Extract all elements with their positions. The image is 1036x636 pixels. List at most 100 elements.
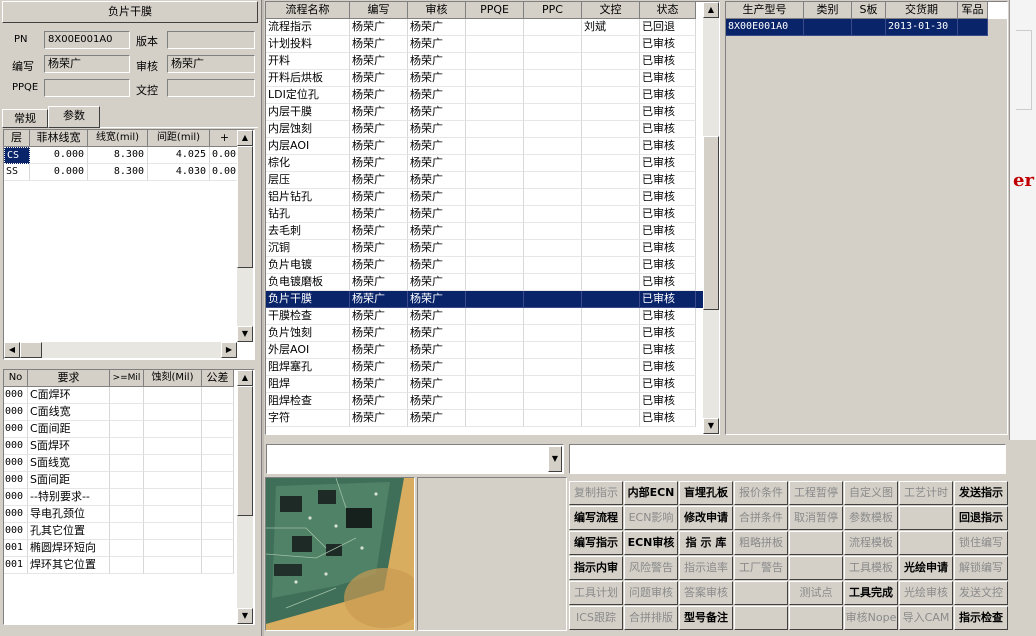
- action-button[interactable]: [899, 531, 953, 555]
- table-row[interactable]: 铝片钻孔 杨荣广 杨荣广 已审核: [266, 189, 719, 206]
- table-row[interactable]: 8X00E001A0 2013-01-30: [726, 19, 988, 36]
- flow-cell-status[interactable]: 已审核: [640, 410, 696, 427]
- flow-cell-ppc[interactable]: [524, 393, 582, 410]
- audit-field[interactable]: 杨荣广: [167, 55, 255, 73]
- flow-cell-doc[interactable]: 刘斌: [582, 19, 640, 36]
- table-row[interactable]: 000 S面间距: [4, 472, 254, 489]
- req-cell-etch[interactable]: [144, 540, 202, 557]
- flow-cell-name[interactable]: 干膜检查: [266, 308, 350, 325]
- action-button[interactable]: 锁住编写: [954, 531, 1008, 555]
- flow-cell-status[interactable]: 已审核: [640, 393, 696, 410]
- action-button[interactable]: 指示内审: [569, 556, 623, 580]
- flow-cell-ppqe[interactable]: [466, 376, 524, 393]
- req-cell-text[interactable]: C面线宽: [28, 404, 110, 421]
- flow-cell-ppqe[interactable]: [466, 359, 524, 376]
- flow-cell-doc[interactable]: [582, 104, 640, 121]
- flow-cell-name[interactable]: 外层AOI: [266, 342, 350, 359]
- flow-cell-audit[interactable]: 杨荣广: [408, 240, 466, 257]
- table-row[interactable]: 钻孔 杨荣广 杨荣广 已审核: [266, 206, 719, 223]
- flow-cell-writer[interactable]: 杨荣广: [350, 19, 408, 36]
- action-button[interactable]: 答案审核: [679, 581, 733, 605]
- flow-cell-status[interactable]: 已审核: [640, 189, 696, 206]
- flow-cell-ppc[interactable]: [524, 36, 582, 53]
- flow-cell-writer[interactable]: 杨荣广: [350, 53, 408, 70]
- flow-cell-name[interactable]: 字符: [266, 410, 350, 427]
- table-row[interactable]: 001 焊环其它位置: [4, 557, 254, 574]
- action-button[interactable]: [734, 606, 788, 630]
- flow-cell-doc[interactable]: [582, 138, 640, 155]
- table-row[interactable]: 去毛刺 杨荣广 杨荣广 已审核: [266, 223, 719, 240]
- flow-cell-ppc[interactable]: [524, 87, 582, 104]
- req-cell-min[interactable]: [110, 557, 144, 574]
- table-row[interactable]: 内层蚀刻 杨荣广 杨荣广 已审核: [266, 121, 719, 138]
- action-button[interactable]: 指示检查: [954, 606, 1008, 630]
- req-cell-min[interactable]: [110, 421, 144, 438]
- flow-cell-doc[interactable]: [582, 87, 640, 104]
- flow-cell-writer[interactable]: 杨荣广: [350, 410, 408, 427]
- flow-cell-status[interactable]: 已审核: [640, 325, 696, 342]
- table-row[interactable]: 000 C面线宽: [4, 404, 254, 421]
- flow-cell-doc[interactable]: [582, 189, 640, 206]
- flow-cell-audit[interactable]: 杨荣广: [408, 155, 466, 172]
- action-button[interactable]: 工厂警告: [734, 556, 788, 580]
- scroll-down-arrow-icon[interactable]: ▼: [237, 326, 253, 342]
- flow-cell-name[interactable]: 负片蚀刻: [266, 325, 350, 342]
- req-cell-min[interactable]: [110, 472, 144, 489]
- flow-cell-status[interactable]: 已回退: [640, 19, 696, 36]
- scroll-up-arrow-icon[interactable]: ▲: [703, 2, 719, 18]
- action-button[interactable]: 测试点: [789, 581, 843, 605]
- flow-col-writer[interactable]: 编写: [350, 2, 408, 19]
- flow-cell-name[interactable]: 内层AOI: [266, 138, 350, 155]
- req-col-min[interactable]: >=Mil: [110, 370, 144, 387]
- flow-cell-name[interactable]: 负电镀磨板: [266, 274, 350, 291]
- flow-cell-writer[interactable]: 杨荣广: [350, 325, 408, 342]
- req-cell-no[interactable]: 000: [4, 489, 28, 506]
- req-cell-tol[interactable]: [202, 438, 234, 455]
- flow-cell-doc[interactable]: [582, 393, 640, 410]
- order-cell-model[interactable]: 8X00E001A0: [726, 19, 804, 36]
- flow-cell-status[interactable]: 已审核: [640, 104, 696, 121]
- flow-cell-audit[interactable]: 杨荣广: [408, 104, 466, 121]
- action-button[interactable]: 导入CAM: [899, 606, 953, 630]
- req-cell-tol[interactable]: [202, 387, 234, 404]
- action-button[interactable]: 型号备注: [679, 606, 733, 630]
- req-cell-min[interactable]: [110, 438, 144, 455]
- req-cell-min[interactable]: [110, 523, 144, 540]
- flow-cell-ppqe[interactable]: [466, 36, 524, 53]
- flow-cell-status[interactable]: 已审核: [640, 53, 696, 70]
- flow-cell-ppqe[interactable]: [466, 19, 524, 36]
- table-row[interactable]: 阻焊塞孔 杨荣广 杨荣广 已审核: [266, 359, 719, 376]
- flow-cell-doc[interactable]: [582, 36, 640, 53]
- scroll-thumb[interactable]: [703, 136, 719, 310]
- req-cell-etch[interactable]: [144, 506, 202, 523]
- flow-cell-ppqe[interactable]: [466, 223, 524, 240]
- action-button[interactable]: [789, 531, 843, 555]
- table-row[interactable]: 000 S面焊环: [4, 438, 254, 455]
- flow-cell-doc[interactable]: [582, 325, 640, 342]
- req-cell-no[interactable]: 000: [4, 404, 28, 421]
- flow-cell-audit[interactable]: 杨荣广: [408, 308, 466, 325]
- flow-cell-ppqe[interactable]: [466, 53, 524, 70]
- flow-cell-writer[interactable]: 杨荣广: [350, 87, 408, 104]
- flow-cell-doc[interactable]: [582, 53, 640, 70]
- req-cell-etch[interactable]: [144, 523, 202, 540]
- flow-cell-name[interactable]: LDI定位孔: [266, 87, 350, 104]
- flow-cell-name[interactable]: 阻焊塞孔: [266, 359, 350, 376]
- flow-cell-doc[interactable]: [582, 240, 640, 257]
- action-button[interactable]: 指示追率: [679, 556, 733, 580]
- flow-cell-audit[interactable]: 杨荣广: [408, 410, 466, 427]
- flow-cell-audit[interactable]: 杨荣广: [408, 70, 466, 87]
- flow-cell-ppc[interactable]: [524, 104, 582, 121]
- flow-cell-ppc[interactable]: [524, 223, 582, 240]
- order-cell-category[interactable]: [804, 19, 852, 36]
- flow-cell-writer[interactable]: 杨荣广: [350, 376, 408, 393]
- flow-cell-writer[interactable]: 杨荣广: [350, 342, 408, 359]
- req-cell-text[interactable]: 焊环其它位置: [28, 557, 110, 574]
- flow-cell-writer[interactable]: 杨荣广: [350, 274, 408, 291]
- version-field[interactable]: [167, 31, 255, 49]
- flow-cell-doc[interactable]: [582, 223, 640, 240]
- action-button[interactable]: 解锁编写: [954, 556, 1008, 580]
- req-cell-etch[interactable]: [144, 438, 202, 455]
- action-button[interactable]: [899, 506, 953, 530]
- table-row[interactable]: 开料 杨荣广 杨荣广 已审核: [266, 53, 719, 70]
